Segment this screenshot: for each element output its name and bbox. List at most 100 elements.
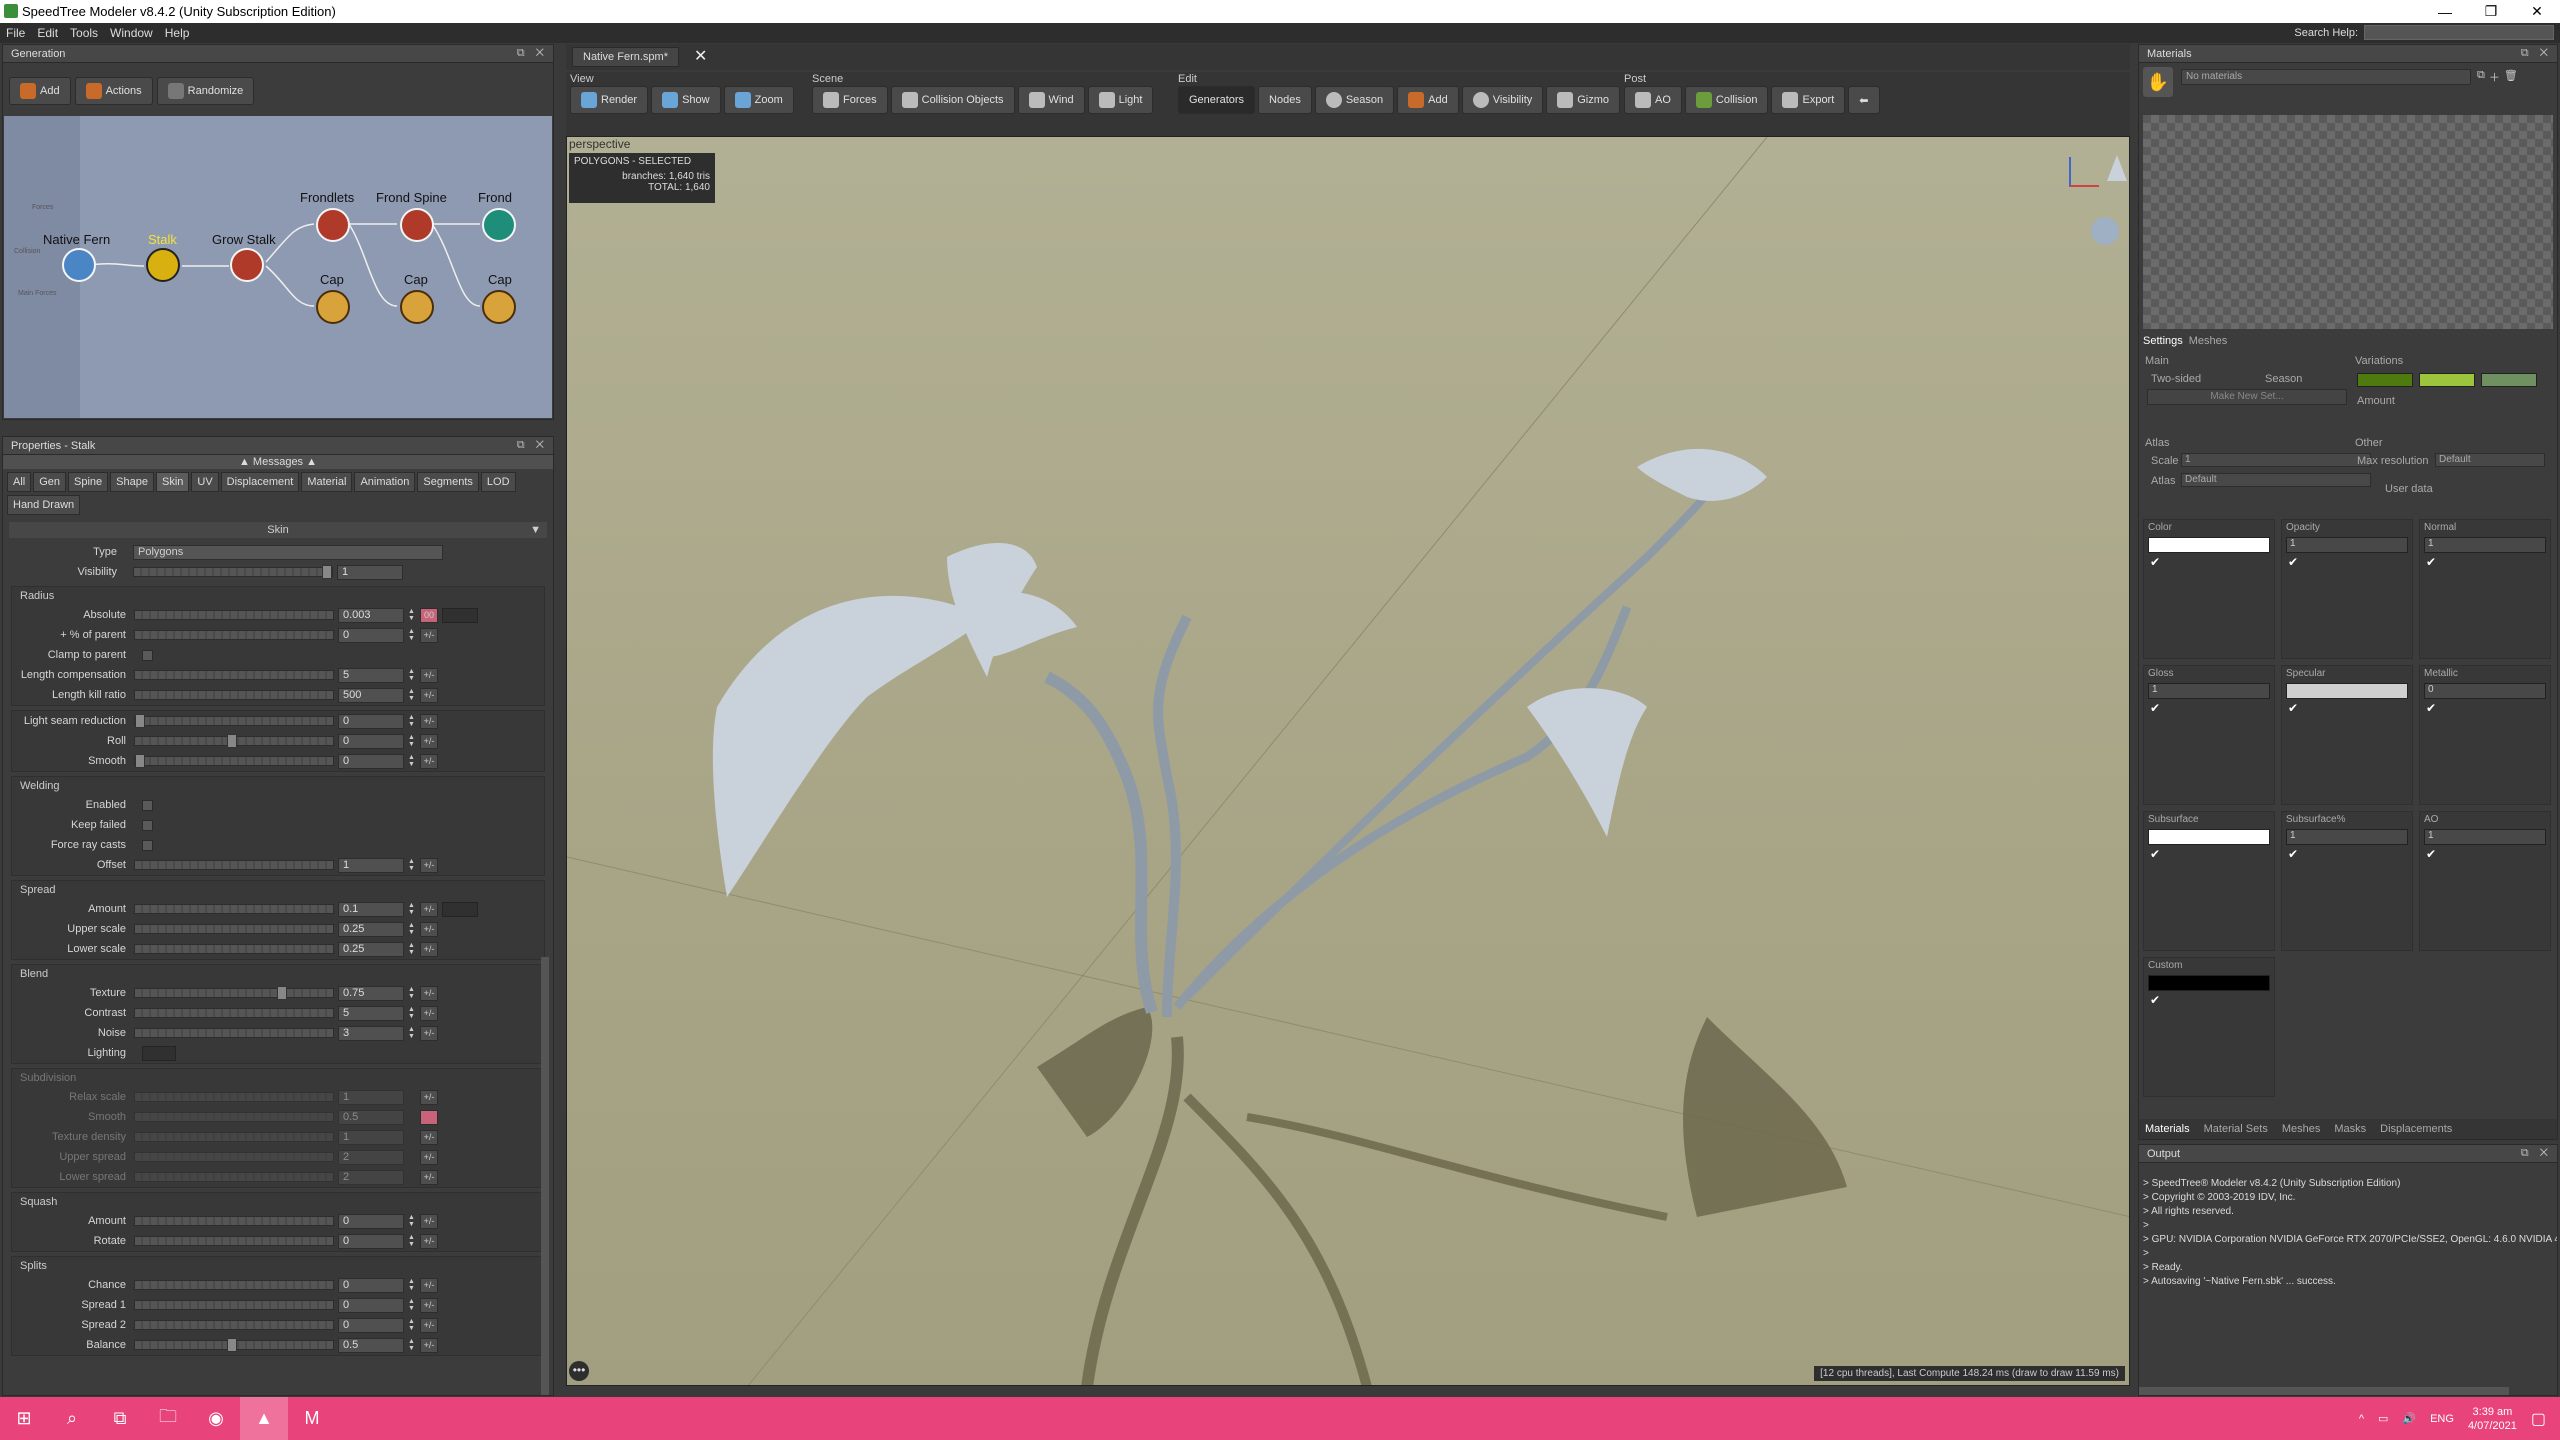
tab-displacement[interactable]: Displacement [220,472,300,492]
search-icon[interactable]: ⌕ [48,1397,96,1440]
tab-material-sets[interactable]: Material Sets [2204,1123,2268,1135]
property-value[interactable]: 0.003 [338,607,404,623]
tray-chevron-icon[interactable]: ^ [2359,1413,2364,1425]
visibility-slider[interactable] [133,565,333,579]
check-icon[interactable]: ✔ [2150,848,2162,860]
search-help-input[interactable] [2364,25,2554,40]
max-resolution-dropdown[interactable]: Default [2435,453,2545,467]
property-slider[interactable] [134,860,334,870]
property-slider[interactable] [134,1236,334,1246]
nodes-button[interactable]: Nodes [1258,86,1312,114]
property-slider[interactable] [134,1216,334,1226]
make-new-set-button[interactable]: Make New Set... [2147,389,2347,405]
check-icon[interactable]: ✔ [2426,556,2438,568]
property-value[interactable]: 1 [338,1089,404,1105]
generation-graph[interactable]: Forces Collision Main Forces Native Fern… [4,116,552,418]
check-icon[interactable]: ✔ [2288,556,2300,568]
property-value[interactable]: 5 [338,667,404,683]
file-explorer-icon[interactable]: 🗀 [144,1397,192,1440]
check-icon[interactable]: ✔ [2150,702,2162,714]
tab-masks[interactable]: Masks [2334,1123,2366,1135]
property-value[interactable]: 0.25 [338,921,404,937]
property-slider[interactable] [134,690,334,700]
property-slider[interactable] [134,924,334,934]
property-value[interactable]: 0 [338,1297,404,1313]
wind-button[interactable]: Wind [1017,86,1085,114]
restore-button[interactable]: ❐ [2468,0,2514,23]
render-button[interactable]: Render [570,86,649,114]
property-slider[interactable] [134,1152,334,1162]
duplicate-icon[interactable]: ⧉ [2477,69,2485,85]
property-slider[interactable] [134,734,334,748]
curve-editor[interactable] [442,901,478,917]
messages-bar[interactable]: ▲ Messages ▲ [3,455,553,469]
tab-displacements[interactable]: Displacements [2380,1123,2452,1135]
task-view-icon[interactable]: ⧉ [96,1397,144,1440]
channel-normal[interactable]: Normal 1 ✔ [2419,519,2551,659]
tab-shape[interactable]: Shape [110,472,154,492]
property-slider[interactable] [134,986,334,1000]
color-swatch[interactable] [2148,537,2270,553]
node-grow-stalk-icon[interactable] [230,248,264,282]
panel-controls[interactable]: ⧉ ✕ [517,439,548,452]
property-slider[interactable] [134,714,334,728]
custom-swatch[interactable] [2148,975,2270,991]
randomness-button[interactable]: +/- [420,687,438,703]
property-value[interactable]: 0 [338,1277,404,1293]
tab-hand-drawn[interactable]: Hand Drawn [7,495,81,515]
add-icon[interactable]: ＋ [2489,69,2500,85]
property-value[interactable]: 0 [338,733,404,749]
subsurface-swatch[interactable] [2148,829,2270,845]
close-tab-icon[interactable]: ✕ [694,46,707,66]
check-icon[interactable]: ✔ [2426,702,2438,714]
tab-lod[interactable]: LOD [480,472,516,492]
node-tree-icon[interactable] [62,248,96,282]
randomness-button[interactable]: +/- [420,921,438,937]
checkbox[interactable] [142,649,153,661]
panel-controls[interactable]: ⧉ ✕ [517,47,548,60]
forces-button[interactable]: Forces [812,86,888,114]
menu-window[interactable]: Window [110,26,153,40]
property-value[interactable]: 1 [338,857,404,873]
property-slider[interactable] [134,1028,334,1038]
gizmo-button[interactable]: Gizmo [1546,86,1621,114]
node-frond-icon[interactable] [482,208,516,242]
property-value[interactable]: 0 [338,1213,404,1229]
randomness-button[interactable] [420,1109,438,1125]
channel-specular[interactable]: Specular ✔ [2281,665,2413,805]
node-cap-icon[interactable] [400,290,434,324]
visibility-button[interactable]: Visibility [1461,86,1544,114]
property-value[interactable]: 0 [338,1233,404,1249]
randomness-button[interactable]: +/- [420,1277,438,1293]
tab-material[interactable]: Material [301,472,353,492]
channel-subsurface[interactable]: Subsurface ✔ [2143,811,2275,951]
randomness-button[interactable]: +/- [420,753,438,769]
back-button[interactable]: ⬅ [1848,86,1880,114]
property-value[interactable]: 2 [338,1149,404,1165]
add-button[interactable]: Add [9,77,71,105]
property-slider[interactable] [134,1112,334,1122]
randomness-button[interactable]: +/- [420,1089,438,1105]
variation-swatch-2[interactable] [2419,373,2475,387]
language-indicator[interactable]: ENG [2430,1413,2454,1425]
variation-swatch-1[interactable] [2357,373,2413,387]
randomness-button[interactable]: +/- [420,627,438,643]
minimize-button[interactable]: — [2422,0,2468,23]
output-scrollbar[interactable] [2139,1387,2509,1395]
speedtree-icon[interactable]: ▲ [240,1397,288,1440]
property-slider[interactable] [134,1280,334,1290]
property-slider[interactable] [134,630,334,640]
lighting-curve[interactable] [142,1045,176,1061]
randomness-button[interactable]: +/- [420,1005,438,1021]
skin-section-header[interactable]: Skin ▼ [9,522,547,538]
materials-dropdown[interactable]: No materials [2181,69,2471,85]
checkbox[interactable] [142,799,153,811]
check-icon[interactable]: ✔ [2288,848,2300,860]
show-button[interactable]: Show [651,86,721,114]
actions-button[interactable]: Actions [74,77,153,105]
wind-fan-icon[interactable] [2091,217,2119,245]
property-slider[interactable] [134,670,334,680]
property-slider[interactable] [134,1300,334,1310]
channel-metallic[interactable]: Metallic 0 ✔ [2419,665,2551,805]
node-cap-icon[interactable] [482,290,516,324]
